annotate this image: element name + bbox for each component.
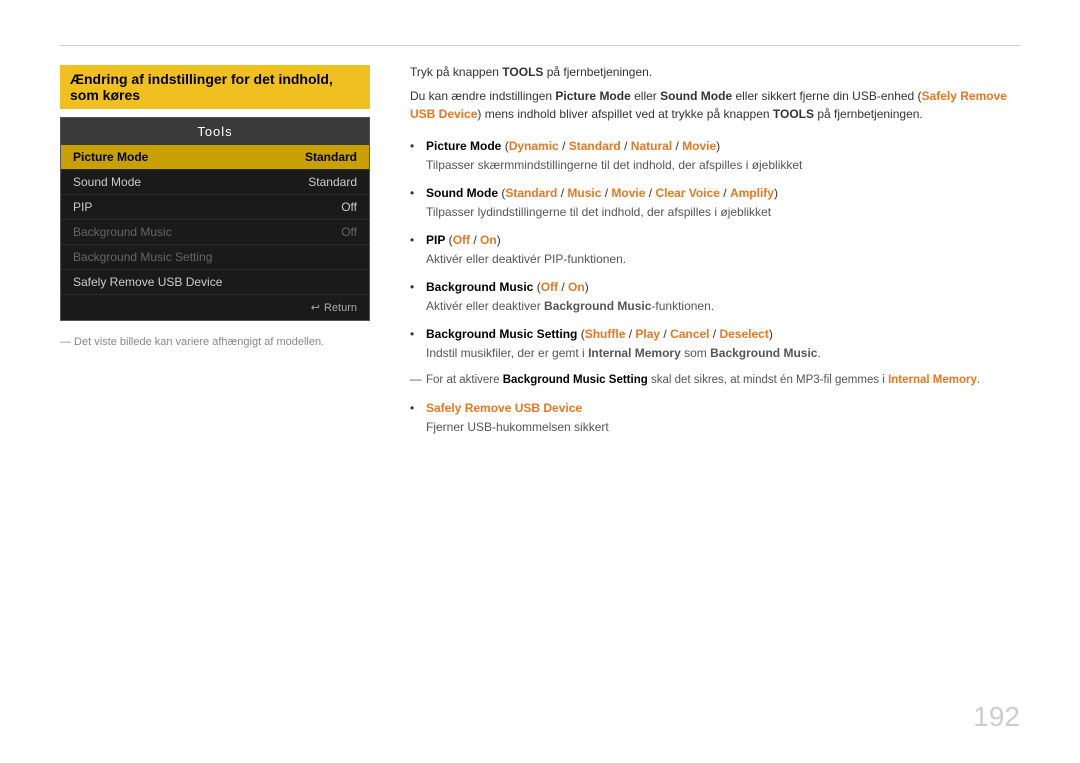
picture-mode-ref: Picture Mode <box>555 89 630 103</box>
natural: Natural <box>631 139 672 153</box>
bullet-list: Picture Mode (Dynamic / Standard / Natur… <box>410 137 1020 362</box>
bg-music-bold: Background Music <box>544 299 651 313</box>
bms-deselect: Deselect <box>719 327 768 341</box>
bgm-on: On <box>568 280 585 294</box>
bullet-safely-remove-title: Safely Remove USB Device <box>426 401 582 415</box>
row-label-sound-mode: Sound Mode <box>73 175 141 189</box>
bms-bold: Background Music Setting <box>503 374 648 386</box>
page-number: 192 <box>973 701 1020 733</box>
bullet-sound-mode-title: Sound Mode <box>426 186 498 200</box>
caption-text: — Det viste billede kan variere afhængig… <box>60 336 370 348</box>
bms-shuffle: Shuffle <box>585 327 626 341</box>
bullet-picture-mode-title: Picture Mode <box>426 139 501 153</box>
row-label-picture-mode: Picture Mode <box>73 150 148 164</box>
movie: Movie <box>682 139 716 153</box>
sm-standard: Standard <box>505 186 557 200</box>
tools-bold: TOOLS <box>502 65 543 79</box>
standard: Standard <box>569 139 621 153</box>
bullet-bg-music-sub: Aktivér eller deaktiver Background Music… <box>426 297 1020 315</box>
bullet-picture-mode: Picture Mode (Dynamic / Standard / Natur… <box>410 137 1020 174</box>
row-value-background-music: Off <box>341 225 357 239</box>
bullet-safely-remove: Safely Remove USB Device Fjerner USB-huk… <box>410 399 1020 436</box>
sound-mode-ref: Sound Mode <box>660 89 732 103</box>
sm-music: Music <box>567 186 601 200</box>
return-icon: ↩ <box>311 301 320 314</box>
right-column: Tryk på knappen TOOLS på fjernbetjeninge… <box>410 65 1020 446</box>
bullet-bg-music: Background Music (Off / On) Aktivér elle… <box>410 278 1020 315</box>
tools-row-background-music[interactable]: Background Music Off <box>61 220 369 245</box>
bullet-sound-mode-sub: Tilpasser lydindstillingerne til det ind… <box>426 203 1020 221</box>
tools-row-picture-mode[interactable]: Picture Mode Standard <box>61 145 369 170</box>
content-wrapper: Ændring af indstillinger for det indhold… <box>60 65 1020 446</box>
row-label-pip: PIP <box>73 200 92 214</box>
sm-amplify: Amplify <box>730 186 774 200</box>
tools-bold2: TOOLS <box>773 107 814 121</box>
sm-clearvoice: Clear Voice <box>655 186 719 200</box>
bullet-pip-title: PIP <box>426 233 445 247</box>
sub-note: For at aktivere Background Music Setting… <box>410 372 1020 389</box>
bullet-picture-mode-sub: Tilpasser skærmmindstillingerne til det … <box>426 156 1020 174</box>
row-label-background-music: Background Music <box>73 225 172 239</box>
bms-play: Play <box>635 327 660 341</box>
bullet-list-2: Safely Remove USB Device Fjerner USB-huk… <box>410 399 1020 436</box>
sm-movie: Movie <box>611 186 645 200</box>
tools-row-sound-mode[interactable]: Sound Mode Standard <box>61 170 369 195</box>
row-label-safely-remove: Safely Remove USB Device <box>73 275 222 289</box>
pip-off: Off <box>453 233 470 247</box>
bullet-bg-music-setting-sub: Indstil musikfiler, der er gemt i Intern… <box>426 344 1020 362</box>
row-value-sound-mode: Standard <box>308 175 357 189</box>
bg-music-ref2: Background Music <box>710 346 817 360</box>
bullet-sound-mode: Sound Mode (Standard / Music / Movie / C… <box>410 184 1020 221</box>
bullet-bg-music-setting: Background Music Setting (Shuffle / Play… <box>410 325 1020 362</box>
tools-panel: Tools Picture Mode Standard Sound Mode S… <box>60 117 370 321</box>
tools-row-safely-remove[interactable]: Safely Remove USB Device <box>61 270 369 295</box>
tools-row-background-music-setting[interactable]: Background Music Setting <box>61 245 369 270</box>
bgm-off: Off <box>541 280 558 294</box>
row-value-pip: Off <box>341 200 357 214</box>
bullet-pip: PIP (Off / On) Aktivér eller deaktivér P… <box>410 231 1020 268</box>
page-container: Ændring af indstillinger for det indhold… <box>0 0 1080 763</box>
return-label: Return <box>324 302 357 314</box>
bms-cancel: Cancel <box>670 327 709 341</box>
left-column: Ændring af indstillinger for det indhold… <box>60 65 370 446</box>
bullet-pip-sub: Aktivér eller deaktivér PIP-funktionen. <box>426 250 1020 268</box>
bullet-bg-music-title: Background Music <box>426 280 533 294</box>
tools-row-pip[interactable]: PIP Off <box>61 195 369 220</box>
bullet-safely-remove-sub: Fjerner USB-hukommelsen sikkert <box>426 418 1020 436</box>
row-value-picture-mode: Standard <box>305 150 357 164</box>
pip-on: On <box>480 233 497 247</box>
intro-line: Tryk på knappen TOOLS på fjernbetjeninge… <box>410 65 1020 79</box>
internal-memory-ref: Internal Memory <box>588 346 681 360</box>
dynamic: Dynamic <box>509 139 559 153</box>
bullet-bg-music-setting-title: Background Music Setting <box>426 327 577 341</box>
internal-memory-bold: Internal Memory <box>888 374 977 386</box>
tools-header: Tools <box>61 118 369 145</box>
row-label-background-music-setting: Background Music Setting <box>73 250 212 264</box>
section-title: Ændring af indstillinger for det indhold… <box>60 65 370 109</box>
top-divider <box>60 45 1020 46</box>
intro-para: Du kan ændre indstillingen Picture Mode … <box>410 87 1020 123</box>
tools-footer: ↩ Return <box>61 295 369 320</box>
